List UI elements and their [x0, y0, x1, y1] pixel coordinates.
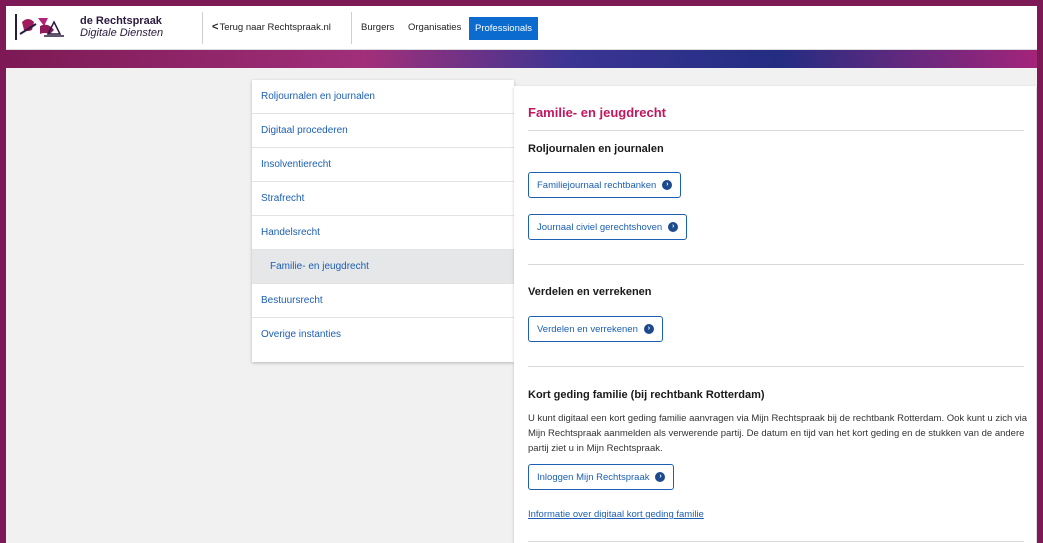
sidebar-item-digitaal-procederen[interactable]: Digitaal procederen [252, 114, 514, 148]
nav-burgers[interactable]: Burgers [361, 22, 394, 33]
info-kort-geding-link[interactable]: Informatie over digitaal kort geding fam… [528, 509, 704, 520]
sidebar-item-familie-jeugdrecht[interactable]: Familie- en jeugdrecht [252, 250, 514, 284]
chevron-right-circle-icon: › [643, 324, 654, 334]
section-title-roljournalen: Roljournalen en journalen [528, 143, 664, 155]
page-title: Familie- en jeugdrecht [528, 105, 666, 120]
sidebar-item-roljournalen[interactable]: Roljournalen en journalen [252, 80, 514, 114]
back-to-rechtspraak-link[interactable]: <Terug naar Rechtspraak.nl [212, 21, 331, 33]
chevron-right-circle-icon: › [655, 472, 666, 482]
inloggen-mijn-rechtspraak-button[interactable]: Inloggen Mijn Rechtspraak › [528, 464, 675, 490]
button-label: Inloggen Mijn Rechtspraak [537, 471, 650, 483]
brand: de Rechtspraak Digitale Diensten [80, 15, 163, 39]
sidebar-item-insolventierecht[interactable]: Insolventierecht [252, 148, 514, 182]
kort-geding-description: U kunt digitaal een kort geding familie … [528, 413, 1028, 454]
sidebar-item-overige-instanties[interactable]: Overige instanties [252, 318, 514, 352]
verdelen-en-verrekenen-button[interactable]: Verdelen en verrekenen › [528, 316, 663, 342]
chevron-right-circle-icon: › [662, 180, 673, 190]
button-label: Familiejournaal rechtbanken [537, 179, 657, 191]
button-label: Verdelen en verrekenen [537, 323, 638, 335]
header-divider [202, 12, 203, 44]
sidebar-item-strafrecht[interactable]: Strafrecht [252, 182, 514, 216]
nav-professionals[interactable]: Professionals [469, 17, 538, 40]
brand-name: de Rechtspraak [80, 15, 162, 27]
divider [528, 264, 1024, 265]
section-title-verdelen: Verdelen en verrekenen [528, 286, 652, 298]
sidebar-item-bestuursrecht[interactable]: Bestuursrecht [252, 284, 514, 318]
divider [528, 366, 1024, 367]
section-title-kort-geding: Kort geding familie (bij rechtbank Rotte… [528, 389, 765, 401]
app-frame: de Rechtspraak Digitale Diensten <Terug … [0, 0, 1043, 543]
nav-organisaties[interactable]: Organisaties [408, 22, 461, 33]
sidebar-navigation: Roljournalen en journalen Digitaal proce… [252, 80, 514, 362]
familiejournaal-rechtbanken-button[interactable]: Familiejournaal rechtbanken › [528, 172, 682, 198]
back-link-label: Terug naar Rechtspraak.nl [219, 22, 331, 33]
header-divider [351, 12, 352, 44]
journaal-civiel-gerechtshoven-button[interactable]: Journaal civiel gerechtshoven › [528, 214, 688, 240]
chevron-right-circle-icon: › [668, 222, 679, 232]
divider [528, 130, 1024, 131]
main-content-panel: Familie- en jeugdrecht Roljournalen en j… [514, 86, 1036, 543]
brand-gradient-band [6, 50, 1037, 68]
rechtspraak-logo-icon[interactable] [14, 12, 70, 42]
chevron-left-icon: < [212, 21, 219, 33]
divider [528, 541, 1024, 542]
sidebar-item-handelsrecht[interactable]: Handelsrecht [252, 216, 514, 250]
brand-subtitle: Digitale Diensten [80, 27, 164, 39]
top-navigation-bar: de Rechtspraak Digitale Diensten <Terug … [6, 6, 1037, 50]
button-label: Journaal civiel gerechtshoven [537, 221, 663, 233]
